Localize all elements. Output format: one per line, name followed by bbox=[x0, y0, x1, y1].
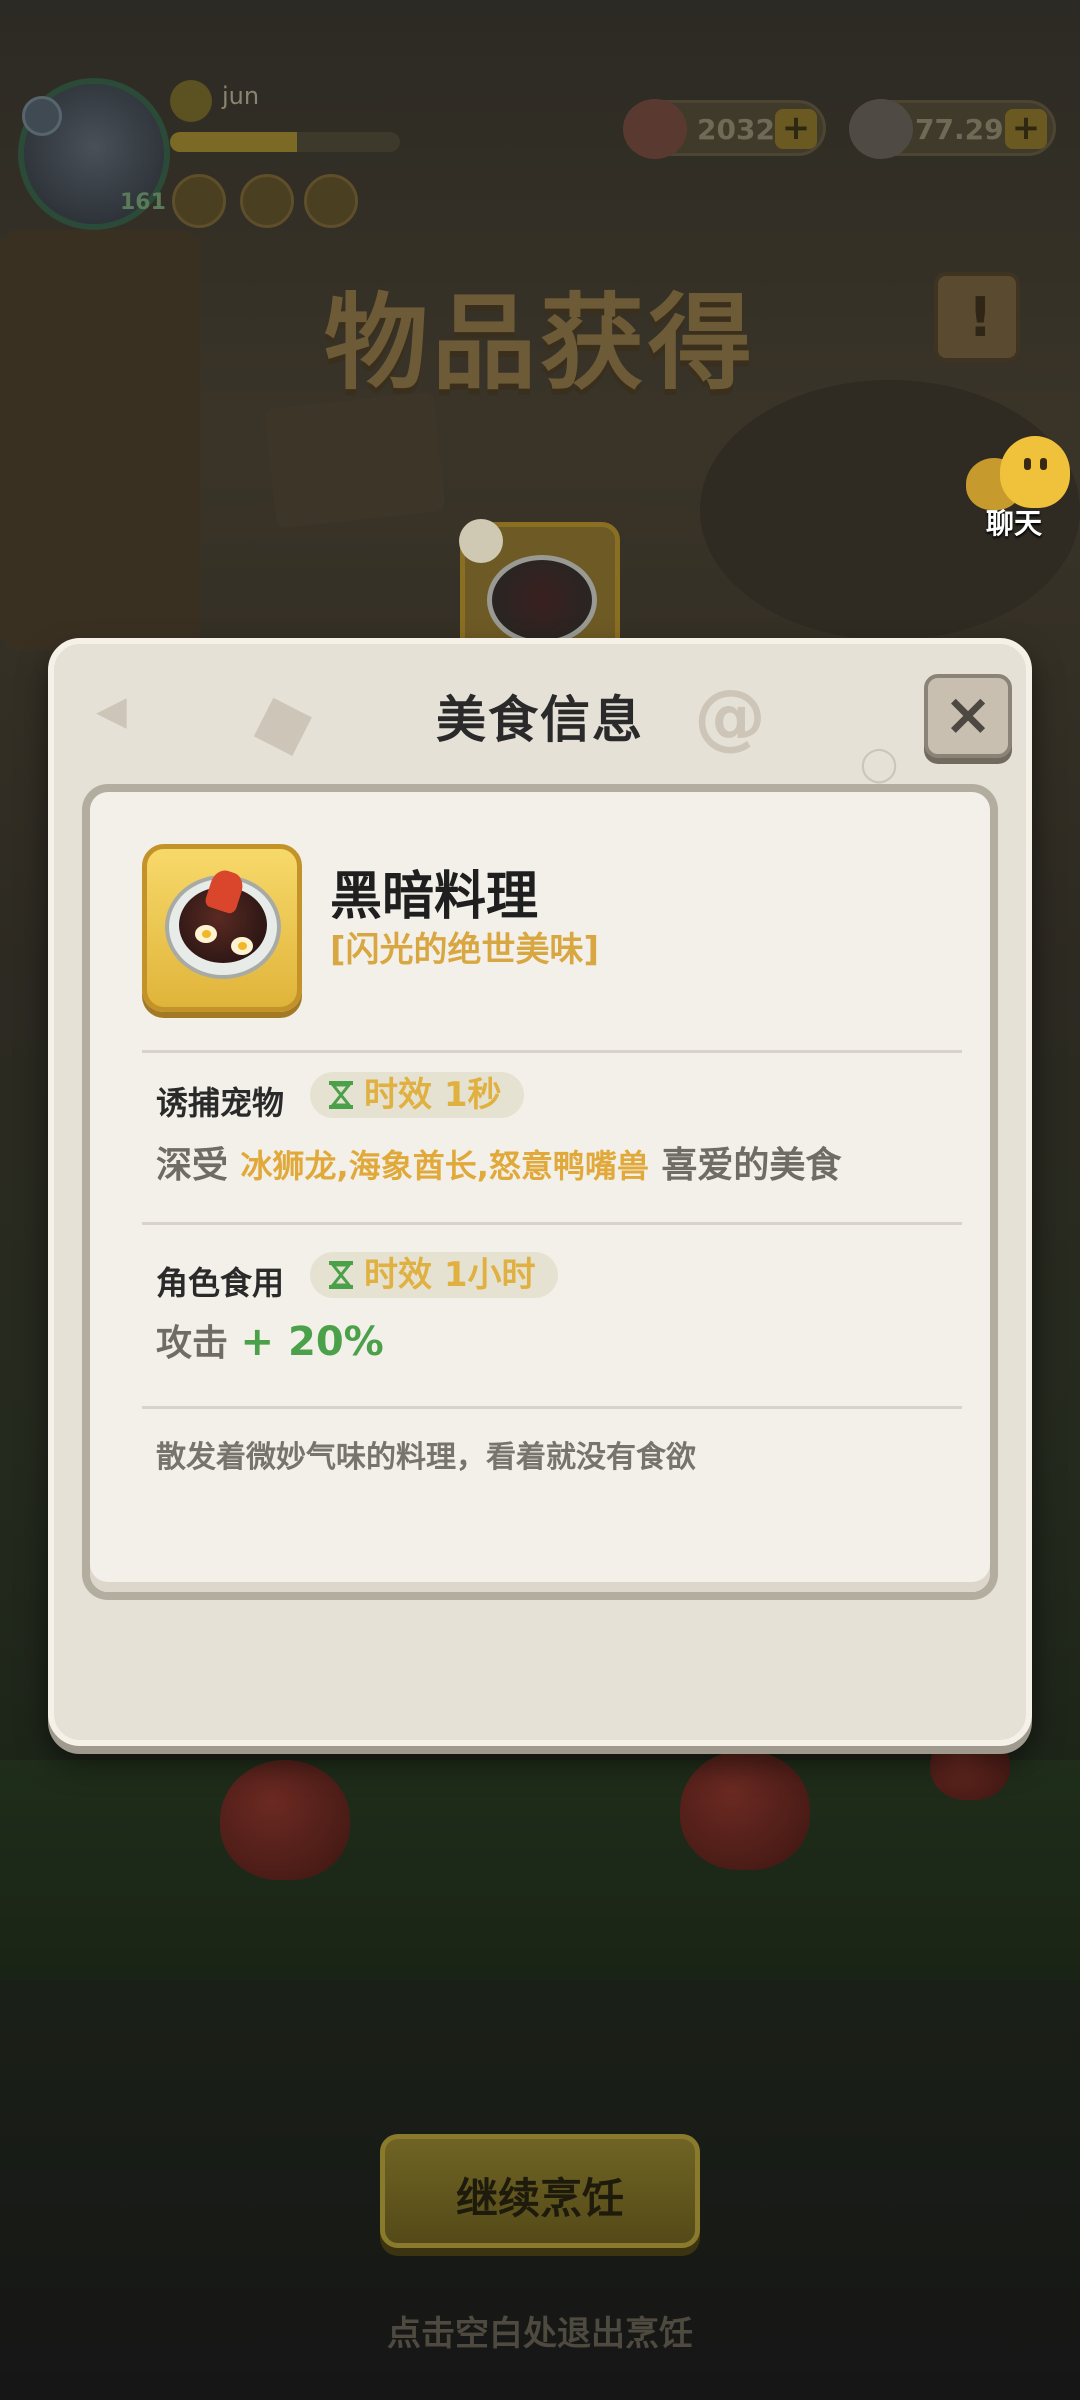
quest-scroll-button[interactable]: ! bbox=[934, 272, 1020, 362]
lure-pet-names: 冰狮龙,海象酋长,怒意鸭嘴兽 bbox=[240, 1147, 649, 1185]
rank-icon bbox=[170, 80, 212, 122]
crystal-icon[interactable] bbox=[172, 174, 226, 228]
lure-suffix: 喜爱的美食 bbox=[648, 1145, 842, 1186]
divider bbox=[142, 1050, 962, 1053]
dark-cuisine-icon bbox=[487, 555, 597, 645]
currency-meat: 2032 + bbox=[623, 99, 826, 159]
lure-description: 深受 冰狮龙,海象酋长,怒意鸭嘴兽 喜爱的美食 bbox=[156, 1136, 841, 1188]
eat-stat: 攻击 bbox=[156, 1323, 241, 1364]
signboard-decoration bbox=[264, 391, 446, 529]
eat-timer-text: 时效 1小时 bbox=[364, 1255, 536, 1295]
eat-label: 角色食用 bbox=[156, 1264, 285, 1302]
food-info-modal: ◀ ◆ @ ◯ 美食信息 × 黑暗料理 [闪光的绝世美味] 诱捕宠物 时效 1秒… bbox=[48, 638, 1032, 1746]
food-info-panel: 黑暗料理 [闪光的绝世美味] 诱捕宠物 时效 1秒 深受 冰狮龙,海象酋长,怒意… bbox=[82, 784, 998, 1600]
apple-decoration bbox=[680, 1750, 810, 1870]
exit-hint: 点击空白处退出烹饪 bbox=[387, 2314, 693, 2354]
chat-button[interactable]: 聊天 bbox=[966, 436, 1076, 540]
modal-title: 美食信息 bbox=[436, 691, 644, 749]
exclamation-icon: ! bbox=[968, 286, 993, 349]
food-name: 黑暗料理 bbox=[330, 867, 539, 927]
hourglass-icon bbox=[329, 1081, 353, 1109]
lure-pet-label: 诱捕宠物 bbox=[156, 1084, 285, 1122]
add-pearl-button[interactable]: + bbox=[1005, 109, 1047, 149]
chat-label: 聊天 bbox=[986, 507, 1043, 540]
xp-bar-fill bbox=[170, 132, 297, 152]
hat-icon[interactable] bbox=[240, 174, 294, 228]
close-button[interactable]: × bbox=[924, 674, 1012, 758]
close-icon: × bbox=[943, 680, 993, 748]
page-title: 物品获得 bbox=[323, 282, 756, 404]
obtained-item-card bbox=[459, 519, 620, 650]
continue-cooking-label: 继续烹饪 bbox=[455, 2174, 624, 2223]
currency-pearl: 77.29M + bbox=[849, 99, 1056, 159]
flavor-text: 散发着微妙气味的料理，看着就没有食欲 bbox=[156, 1440, 696, 1475]
lure-timer-badge: 时效 1秒 bbox=[310, 1072, 524, 1118]
apple-decoration bbox=[220, 1760, 350, 1880]
player-level: 161 bbox=[120, 190, 166, 215]
item-badge-icon bbox=[459, 519, 503, 563]
player-name: jun bbox=[222, 82, 260, 110]
divider bbox=[142, 1222, 962, 1225]
lure-timer-text: 时效 1秒 bbox=[364, 1075, 502, 1115]
divider bbox=[142, 1406, 962, 1409]
eat-bonus: + 20% bbox=[240, 1319, 384, 1365]
pearl-icon bbox=[849, 99, 913, 159]
add-meat-button[interactable]: + bbox=[775, 109, 817, 149]
currency-meat-value: 2032 bbox=[697, 113, 775, 146]
xp-bar bbox=[170, 132, 400, 152]
eat-timer-badge: 时效 1小时 bbox=[310, 1252, 558, 1298]
player-avatar[interactable]: 161 bbox=[18, 78, 170, 230]
eat-effect: 攻击 + 20% bbox=[156, 1314, 384, 1366]
food-subtitle: [闪光的绝世美味] bbox=[330, 930, 600, 970]
settings-pin-icon[interactable] bbox=[22, 96, 62, 136]
hourglass-icon bbox=[329, 1261, 353, 1289]
grass-decoration bbox=[0, 1760, 1080, 1980]
chat-blob-front-icon bbox=[1000, 436, 1070, 508]
continue-cooking-button[interactable]: 继续烹饪 bbox=[380, 2134, 700, 2248]
food-thumbnail bbox=[142, 844, 302, 1012]
pet-icon[interactable] bbox=[304, 174, 358, 228]
lure-prefix: 深受 bbox=[156, 1145, 241, 1186]
meat-icon bbox=[623, 99, 687, 159]
